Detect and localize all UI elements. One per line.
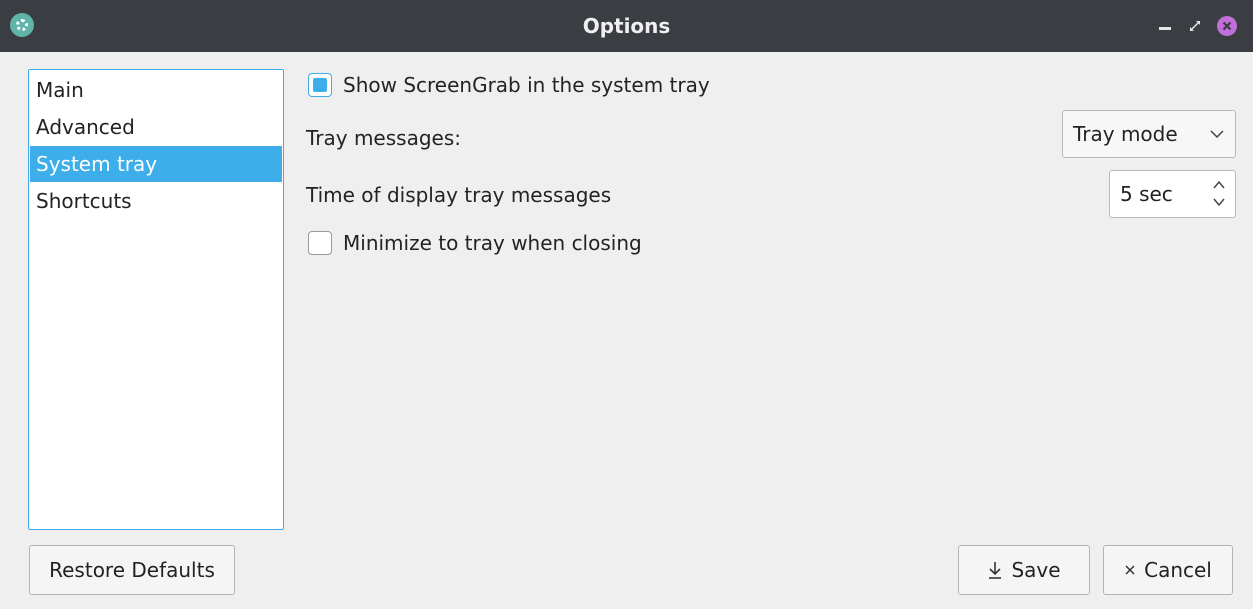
restore-button[interactable] [1184,0,1206,52]
title-bar[interactable]: Options [0,0,1253,52]
category-list[interactable]: Main Advanced System tray Shortcuts [28,69,284,530]
minimize-button[interactable] [1154,0,1176,52]
close-icon [1217,16,1237,36]
minimize-to-tray-label: Minimize to tray when closing [343,231,642,255]
sidebar-item-main[interactable]: Main [30,72,282,108]
minimize-to-tray-option[interactable]: Minimize to tray when closing [308,231,642,255]
spin-arrows-icon[interactable] [1211,177,1227,211]
sidebar-item-system-tray[interactable]: System tray [30,146,282,182]
minimize-icon [1159,26,1171,30]
display-time-spinbox[interactable]: 5 sec [1109,170,1236,218]
sidebar-item-advanced[interactable]: Advanced [30,109,282,145]
restore-defaults-button[interactable]: Restore Defaults [29,545,235,595]
tray-messages-label: Tray messages: [306,126,461,150]
cancel-button[interactable]: Cancel [1103,545,1233,595]
tray-messages-value: Tray mode [1073,122,1178,146]
chevron-down-icon [1210,130,1224,139]
save-label: Save [1011,558,1061,582]
display-time-label: Time of display tray messages [306,183,612,207]
close-button[interactable] [1214,0,1240,52]
close-icon [1124,564,1136,576]
show-in-tray-checkbox[interactable] [308,73,332,97]
show-in-tray-label: Show ScreenGrab in the system tray [343,73,710,97]
save-button[interactable]: Save [958,545,1090,595]
minimize-to-tray-checkbox[interactable] [308,231,332,255]
restore-defaults-label: Restore Defaults [49,558,215,582]
download-icon [987,560,1003,580]
display-time-value: 5 sec [1120,182,1173,206]
sidebar-item-shortcuts[interactable]: Shortcuts [30,183,282,219]
restore-icon [1190,21,1200,31]
cancel-label: Cancel [1144,558,1212,582]
window-title: Options [582,14,671,38]
tray-messages-select[interactable]: Tray mode [1062,110,1236,158]
show-in-tray-option[interactable]: Show ScreenGrab in the system tray [308,73,710,97]
